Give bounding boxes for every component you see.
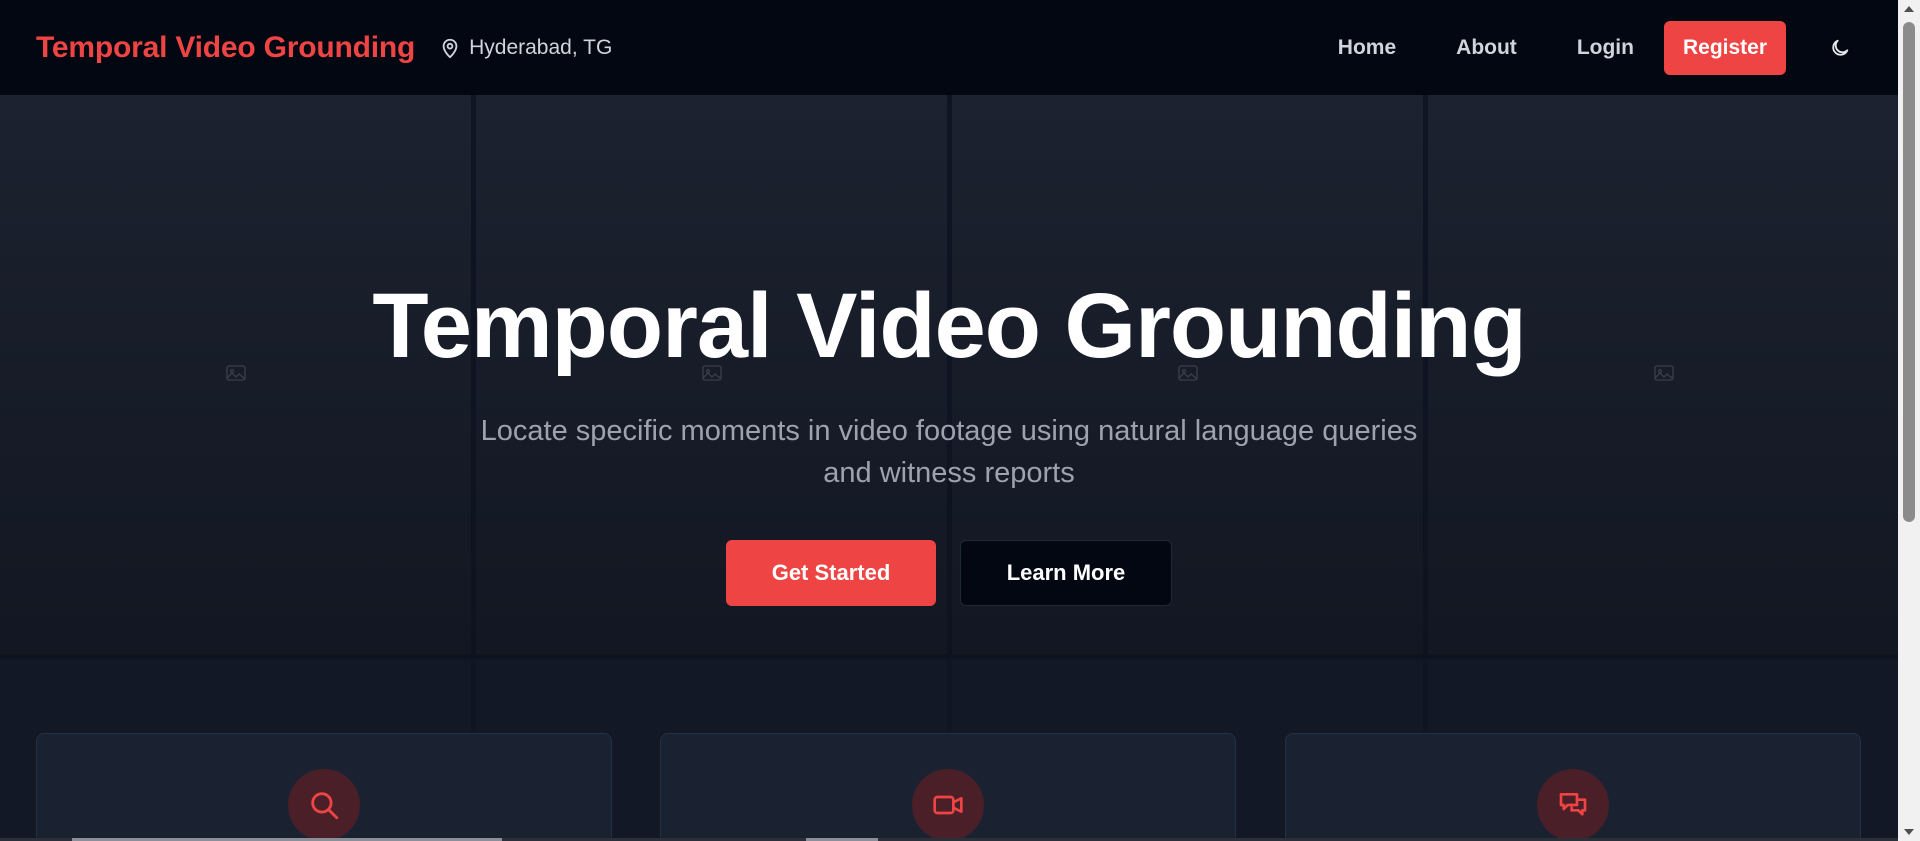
feature-icon-circle [1537,769,1609,841]
register-button[interactable]: Register [1663,20,1786,75]
feature-icon-circle [288,769,360,841]
hero-subtitle: Locate specific moments in video footage… [480,415,1418,489]
location-text: Hyderabad, TG [469,35,613,59]
feature-card-search [36,733,612,841]
hero-section: Temporal Video Grounding Locate specific… [0,95,1898,841]
location-indicator: Hyderabad, TG [439,36,612,60]
moon-icon [1832,39,1849,56]
scroll-up-arrow-icon[interactable] [1898,0,1920,18]
get-started-button[interactable]: Get Started [726,540,936,606]
theme-toggle-button[interactable] [1822,30,1858,66]
vertical-scrollbar[interactable] [1898,0,1920,841]
vertical-scrollbar-thumb[interactable] [1903,22,1915,522]
feature-icon-circle [912,769,984,841]
chat-bubbles-icon [1559,793,1587,816]
search-icon [311,792,339,820]
hero-title: Temporal Video Grounding [372,275,1526,377]
page: Temporal Video Grounding Hyderabad, TG H… [0,0,1920,841]
learn-more-button[interactable]: Learn More [960,540,1172,606]
map-pin-icon [442,38,458,58]
nav-menu: Home About Login Register [1338,20,1862,75]
top-navbar: Temporal Video Grounding Hyderabad, TG H… [0,0,1898,95]
scroll-down-arrow-icon[interactable] [1898,823,1920,841]
brand-logo[interactable]: Temporal Video Grounding [36,31,415,65]
hero-content: Temporal Video Grounding Locate specific… [0,280,1898,606]
video-camera-icon [933,795,963,815]
feature-card-chat [1285,733,1861,841]
nav-link-about[interactable]: About [1456,36,1517,60]
nav-link-login[interactable]: Login [1577,36,1634,60]
nav-link-home[interactable]: Home [1338,36,1396,60]
feature-card-video [660,733,1236,841]
hero-actions: Get Started Learn More [0,540,1898,606]
